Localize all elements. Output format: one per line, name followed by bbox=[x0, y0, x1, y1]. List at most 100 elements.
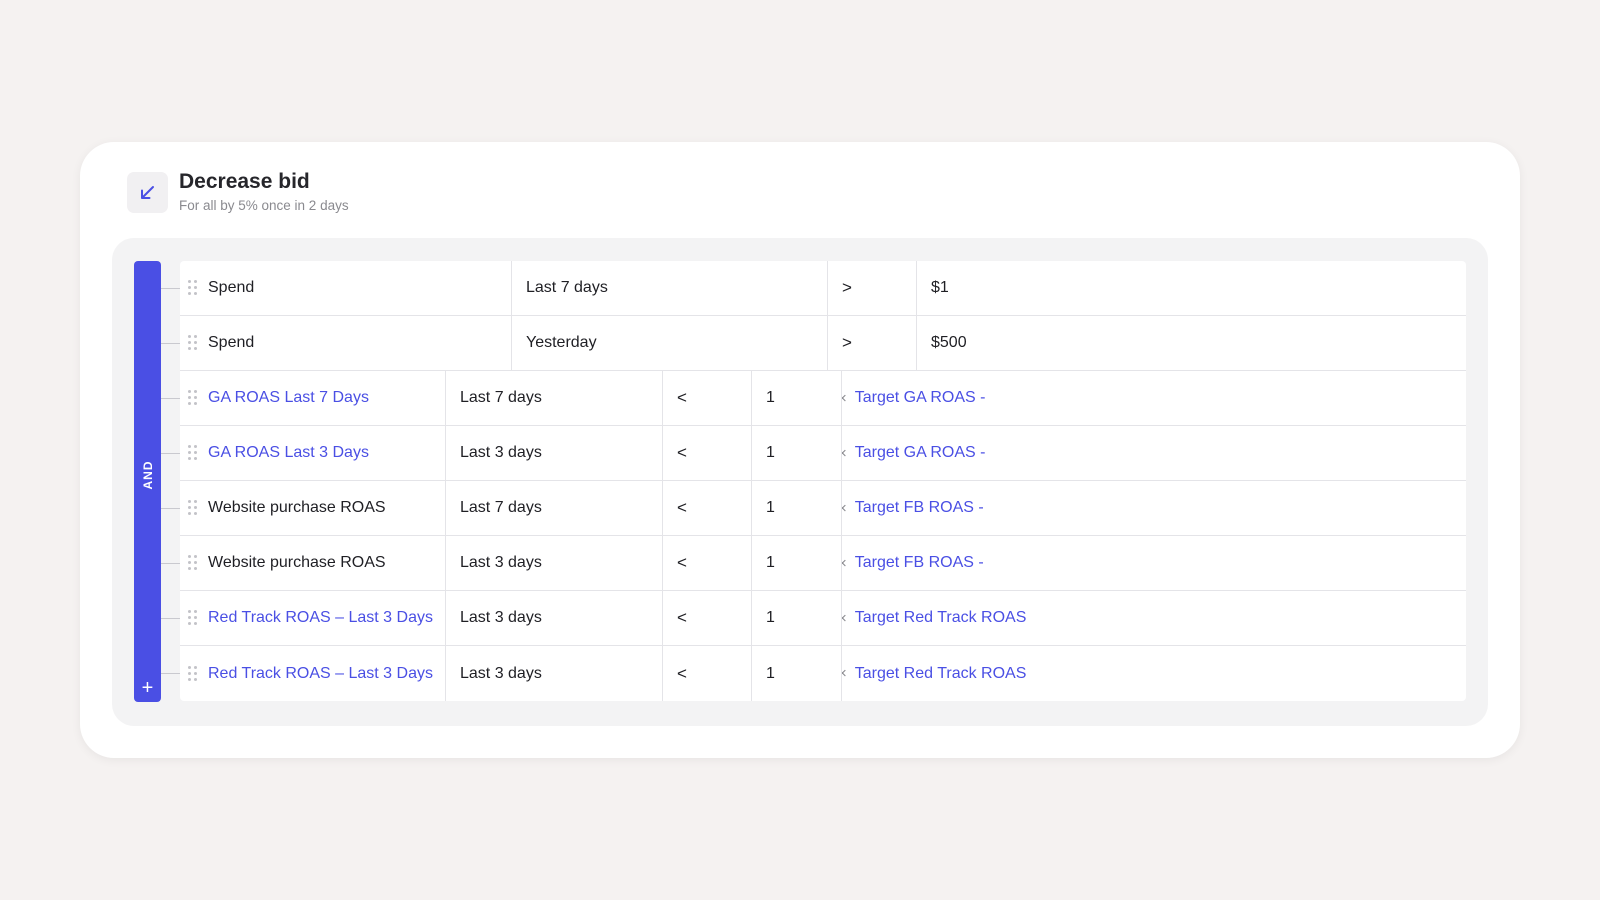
operator-label: < bbox=[677, 663, 687, 683]
target-metric-label[interactable]: Target FB ROAS - bbox=[855, 554, 984, 572]
value-input[interactable]: 1 bbox=[751, 481, 841, 535]
operator-select[interactable]: < bbox=[662, 426, 751, 480]
value-input[interactable]: 1 bbox=[751, 426, 841, 480]
target-cell[interactable]: × Target FB ROAS - bbox=[841, 481, 1466, 535]
rule-subtitle: For all by 5% once in 2 days bbox=[179, 198, 349, 213]
period-select[interactable]: Yesterday bbox=[511, 316, 827, 370]
group-connector-line bbox=[161, 398, 180, 399]
operator-select[interactable]: > bbox=[827, 316, 916, 370]
drag-handle-icon[interactable] bbox=[188, 280, 198, 296]
value-input[interactable]: 1 bbox=[751, 591, 841, 645]
value-input[interactable]: $500 bbox=[916, 316, 1466, 370]
multiply-icon: × bbox=[842, 500, 847, 517]
multiply-icon: × bbox=[842, 390, 847, 407]
metric-cell[interactable]: GA ROAS Last 3 Days bbox=[180, 426, 445, 480]
drag-handle-icon[interactable] bbox=[188, 555, 198, 571]
metric-cell[interactable]: GA ROAS Last 7 Days bbox=[180, 371, 445, 425]
and-group-bar[interactable]: AND + bbox=[134, 261, 161, 702]
condition-row: Red Track ROAS – Last 3 Days Last 3 days <… bbox=[180, 646, 1466, 701]
value-input[interactable]: 1 bbox=[751, 646, 841, 701]
value-input[interactable]: $1 bbox=[916, 261, 1466, 315]
metric-cell[interactable]: Red Track ROAS – Last 3 Days bbox=[180, 591, 445, 645]
operator-select[interactable]: < bbox=[662, 646, 751, 701]
operator-select[interactable]: < bbox=[662, 371, 751, 425]
metric-cell[interactable]: Website purchase ROAS bbox=[180, 536, 445, 590]
add-condition-button[interactable]: + bbox=[134, 678, 161, 698]
operator-label: < bbox=[677, 498, 687, 517]
group-connector-line bbox=[161, 563, 180, 564]
drag-handle-icon[interactable] bbox=[188, 665, 198, 682]
period-select[interactable]: Last 3 days bbox=[445, 591, 662, 645]
rule-title: Decrease bid bbox=[179, 170, 310, 193]
value-label: 1 bbox=[766, 664, 775, 682]
operator-select[interactable]: < bbox=[662, 481, 751, 535]
period-select[interactable]: Last 7 days bbox=[445, 371, 662, 425]
operator-label: < bbox=[677, 443, 687, 462]
metric-label: Website purchase ROAS bbox=[208, 554, 386, 571]
operator-label: < bbox=[677, 608, 687, 627]
period-select[interactable]: Last 3 days bbox=[445, 536, 662, 590]
arrow-down-left-icon bbox=[127, 172, 168, 213]
period-label: Last 3 days bbox=[460, 554, 542, 571]
metric-cell[interactable]: Spend bbox=[180, 261, 511, 315]
value-input[interactable]: 1 bbox=[751, 536, 841, 590]
drag-handle-icon[interactable] bbox=[188, 445, 198, 461]
metric-cell[interactable]: Spend bbox=[180, 316, 511, 370]
group-connector-line bbox=[161, 453, 180, 454]
target-metric-label[interactable]: Target FB ROAS - bbox=[855, 499, 984, 517]
value-label: 1 bbox=[766, 609, 775, 626]
period-label: Last 7 days bbox=[526, 279, 608, 296]
metric-cell[interactable]: Red Track ROAS – Last 3 Days bbox=[180, 646, 445, 701]
condition-row: GA ROAS Last 7 Days Last 7 days <1 × Target … bbox=[180, 371, 1466, 426]
target-cell[interactable]: × Target GA ROAS - bbox=[841, 426, 1466, 480]
target-cell[interactable]: × Target Red Track ROAS bbox=[841, 646, 1466, 701]
target-metric-label[interactable]: Target Red Track ROAS bbox=[855, 665, 1027, 683]
condition-row: Website purchase ROAS Last 7 days <1 × Targe… bbox=[180, 481, 1466, 536]
value-label: 1 bbox=[766, 389, 775, 406]
period-select[interactable]: Last 7 days bbox=[445, 481, 662, 535]
operator-select[interactable]: > bbox=[827, 261, 916, 315]
target-cell[interactable]: × Target Red Track ROAS bbox=[841, 591, 1466, 645]
period-label: Last 3 days bbox=[460, 664, 542, 682]
group-connector-line bbox=[161, 673, 180, 674]
condition-row: Website purchase ROAS Last 3 days <1 × Targe… bbox=[180, 536, 1466, 591]
drag-handle-icon[interactable] bbox=[188, 500, 198, 516]
condition-row: Spend Yesterday > $500 bbox=[180, 316, 1466, 371]
rule-card: Decrease bid For all by 5% once in 2 day… bbox=[80, 142, 1520, 758]
operator-label: < bbox=[677, 388, 687, 407]
period-select[interactable]: Last 7 days bbox=[511, 261, 827, 315]
operator-label: > bbox=[842, 333, 852, 352]
value-input[interactable]: 1 bbox=[751, 371, 841, 425]
group-connector-line bbox=[161, 343, 180, 344]
group-connector-line bbox=[161, 288, 180, 289]
drag-handle-icon[interactable] bbox=[188, 335, 198, 351]
period-label: Last 3 days bbox=[460, 609, 542, 626]
condition-row: Spend Last 7 days > $1 bbox=[180, 261, 1466, 316]
value-label: $500 bbox=[931, 334, 967, 351]
drag-handle-icon[interactable] bbox=[188, 610, 198, 626]
multiply-icon: × bbox=[842, 610, 847, 627]
target-cell[interactable]: × Target FB ROAS - bbox=[841, 536, 1466, 590]
metric-label[interactable]: GA ROAS Last 7 Days bbox=[208, 389, 369, 407]
group-connector-line bbox=[161, 508, 180, 509]
period-select[interactable]: Last 3 days bbox=[445, 646, 662, 701]
metric-cell[interactable]: Website purchase ROAS bbox=[180, 481, 445, 535]
operator-select[interactable]: < bbox=[662, 536, 751, 590]
target-metric-label[interactable]: Target GA ROAS - bbox=[855, 389, 986, 407]
multiply-icon: × bbox=[842, 665, 847, 682]
target-metric-label[interactable]: Target GA ROAS - bbox=[855, 444, 986, 462]
metric-label[interactable]: GA ROAS Last 3 Days bbox=[208, 444, 369, 462]
operator-select[interactable]: < bbox=[662, 591, 751, 645]
target-metric-label[interactable]: Target Red Track ROAS bbox=[855, 609, 1027, 627]
drag-handle-icon[interactable] bbox=[188, 390, 198, 406]
metric-label[interactable]: Red Track ROAS – Last 3 Days bbox=[208, 665, 433, 683]
multiply-icon: × bbox=[842, 555, 847, 572]
period-select[interactable]: Last 3 days bbox=[445, 426, 662, 480]
conditions-list: Spend Last 7 days > $1 Spend Yesterday > $500 GA… bbox=[180, 261, 1466, 701]
metric-label: Spend bbox=[208, 334, 255, 351]
metric-label[interactable]: Red Track ROAS – Last 3 Days bbox=[208, 609, 433, 627]
target-cell[interactable]: × Target GA ROAS - bbox=[841, 371, 1466, 425]
condition-row: Red Track ROAS – Last 3 Days Last 3 days <… bbox=[180, 591, 1466, 646]
and-operator-label: AND bbox=[140, 460, 155, 490]
conditions-panel: AND + Spend Last 7 days > $1 Spend Yesterday >… bbox=[112, 238, 1488, 726]
